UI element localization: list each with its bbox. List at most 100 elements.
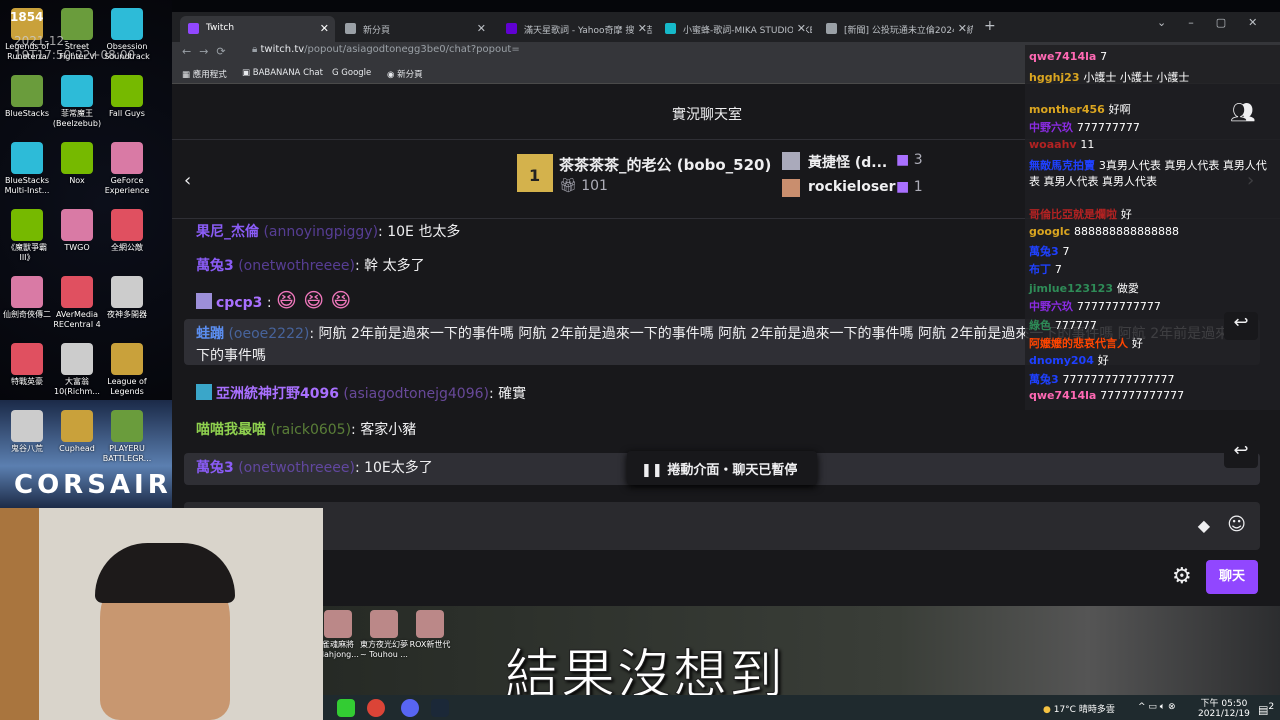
app-icon: [111, 343, 143, 375]
viewer-count: 1854: [10, 10, 44, 24]
reply-icon[interactable]: ↩: [1224, 440, 1258, 468]
bits-icon[interactable]: ◆: [1198, 516, 1210, 535]
desktop-icon[interactable]: BlueStacks Multi-Inst...: [2, 142, 52, 196]
chat-username[interactable]: 喵喵我最喵: [196, 422, 266, 438]
weather[interactable]: ● 17°C 晴時多雲: [1043, 702, 1115, 715]
chat-send-button[interactable]: 聊天: [1206, 560, 1258, 594]
clock[interactable]: 下午 05:50 2021/12/19: [1198, 696, 1250, 719]
favicon-icon: [665, 23, 676, 34]
chrome-icon[interactable]: [367, 699, 385, 717]
overlay-message: monther456 好啊: [1029, 103, 1131, 116]
desktop-icon[interactable]: 全網公敵: [102, 209, 152, 253]
app-icon: [61, 75, 93, 107]
overlay-message: hgghj23 小護士 小護士 小護士: [1029, 71, 1190, 84]
leader-1-name: 茶茶茶茶_的老公 (bobo_520): [559, 156, 772, 174]
badge-icon: [196, 384, 212, 400]
nav-buttons[interactable]: ←→⟳: [182, 45, 234, 58]
chevron-left-icon[interactable]: ‹: [184, 170, 191, 191]
browser-tab[interactable]: 小蜜蜂-歌詞-MIKA STUDIO-KKBOX✕: [657, 16, 812, 42]
desktop-icon[interactable]: 菲常魔王 (Beelzebub): [52, 75, 102, 129]
notifications-icon[interactable]: ▤2: [1258, 701, 1274, 717]
close-tab-icon[interactable]: ✕: [792, 22, 806, 35]
desktop-icon[interactable]: 仙劍奇俠傳二: [2, 276, 52, 320]
chat-username[interactable]: 亞洲統神打野4096: [216, 386, 339, 402]
emote-icon: 😆︎ 😆︎ 😆︎: [276, 288, 352, 312]
lock-icon: 🔒︎: [252, 44, 261, 55]
emote-icon[interactable]: ☺: [1227, 514, 1246, 535]
desktop-icon[interactable]: Fall Guys: [102, 75, 152, 119]
window-controls[interactable]: ⌄–▢✕: [1157, 16, 1279, 29]
line-app-icon[interactable]: [337, 699, 355, 717]
desktop-icon[interactable]: 夜神多開器: [102, 276, 152, 320]
silver-gift-icon: [782, 152, 800, 170]
bookmark-babanana[interactable]: ▣ BABANANA Chat: [242, 68, 323, 78]
bookmark-new-tab[interactable]: ◉ 新分頁: [387, 68, 423, 80]
desktop-icon[interactable]: League of Legends: [102, 343, 152, 397]
desktop-icon[interactable]: Nox: [52, 142, 102, 186]
app-icon: [11, 276, 43, 308]
steam-icon[interactable]: [431, 699, 449, 717]
desktop-icon[interactable]: 《魔獸爭霸III》: [2, 209, 52, 263]
chat-username[interactable]: 蛙蹦: [196, 326, 224, 342]
new-tab-button[interactable]: +: [984, 18, 996, 34]
browser-tab[interactable]: 滿天星歌詞 - Yahoo奇摩 搜尋結果 ✕: [498, 16, 653, 42]
overlay-message: 布丁 7: [1029, 263, 1062, 276]
chat-username[interactable]: 萬兔3: [196, 258, 234, 274]
app-icon: [111, 209, 143, 241]
browser-tab[interactable]: 新分頁 ✕: [337, 16, 492, 42]
overlay-message: googlc 888888888888888: [1029, 225, 1179, 238]
desktop-icon[interactable]: 鬼谷八荒: [2, 410, 52, 454]
browser-tab[interactable]: [新聞] 公投玩通未立倫2024總統 ✕: [818, 16, 973, 42]
leader-3-count: ■ 1: [896, 179, 923, 195]
corsair-logo: CORSAIR: [14, 470, 172, 500]
desktop-icon[interactable]: 東方夜光幻夢 ~ Touhou ...: [359, 610, 409, 660]
streamer-hair: [95, 543, 235, 603]
desktop-icon[interactable]: PLAYERU BATTLEGR...: [102, 410, 152, 464]
tab-bar: Twitch ✕ 新分頁 ✕ 滿天星歌詞 - Yahoo奇摩 搜尋結果 ✕ 小蜜蜂-歌詞-M…: [172, 12, 1280, 42]
chat-username[interactable]: 萬兔3: [196, 460, 234, 476]
reply-icon[interactable]: ↩: [1224, 312, 1258, 340]
url-field[interactable]: 🔒︎ twitch.tv/popout/asiagodtonegg3be0/ch…: [252, 44, 520, 55]
leader-1-count: 🎁︎ 101: [559, 178, 608, 194]
settings-gear-icon[interactable]: ⚙: [1172, 564, 1192, 589]
overlay-message: dnomy204 好: [1029, 354, 1109, 367]
app-icon: [111, 410, 143, 442]
desktop-icon[interactable]: GeForce Experience: [102, 142, 152, 196]
app-icon: [11, 209, 43, 241]
chat-username[interactable]: 果尼_杰倫: [196, 224, 259, 240]
overlay-message: 萬兔3 7777777777777777: [1029, 373, 1175, 386]
overlay-message: 中野六玖 777777777777: [1029, 300, 1161, 313]
desktop-icon[interactable]: AVerMedia RECentral 4: [52, 276, 102, 330]
bookmark-google[interactable]: G Google: [332, 68, 371, 78]
desktop-icon[interactable]: ROX新世代: [405, 610, 455, 650]
desktop-icon[interactable]: BlueStacks: [2, 75, 52, 119]
close-tab-icon[interactable]: ✕: [472, 22, 486, 35]
tray-icons[interactable]: ^ ▭ 🔈︎ ⊗: [1138, 702, 1176, 712]
leader-2-count: ■ 3: [896, 152, 923, 168]
chat-paused-banner[interactable]: ❚❚ 捲動介面・聊天已暫停: [627, 451, 817, 485]
users-icon[interactable]: 👥︎: [1230, 100, 1255, 124]
close-tab-icon[interactable]: ✕: [633, 22, 647, 35]
bookmark-apps[interactable]: ▦ 應用程式: [182, 68, 227, 80]
close-tab-icon[interactable]: ✕: [953, 22, 967, 35]
desktop-icon[interactable]: 大富翁10(Richm...: [52, 343, 102, 397]
overlay-message: 無敵馬克拍賣 3真男人代表 真男人代表 真男人代表 真男人代表 真男人代表: [1029, 159, 1267, 188]
timestamp: 2021-12-19T17:50:22+08:00: [14, 34, 136, 62]
close-tab-icon[interactable]: ✕: [315, 22, 329, 35]
leader-2-name: 黃捷怪 (d...: [808, 155, 888, 171]
desktop-icon[interactable]: 特戰英豪: [2, 343, 52, 387]
app-icon: [61, 410, 93, 442]
app-icon: [111, 75, 143, 107]
chat-username[interactable]: cpcp3: [216, 295, 262, 311]
desktop: Legends of Runeterra Street Fighter V Obse…: [0, 0, 172, 510]
browser-tab[interactable]: Twitch ✕: [180, 16, 335, 42]
desktop-icon[interactable]: Cuphead: [52, 410, 102, 454]
app-icon: [111, 142, 143, 174]
desktop-icon[interactable]: TWGO: [52, 209, 102, 253]
favicon-icon: [188, 23, 199, 34]
favicon-icon: [826, 23, 837, 34]
chat-input[interactable]: ◆ ☺: [184, 502, 1260, 550]
discord-icon[interactable]: [401, 699, 419, 717]
overlay-message: 綠色 777777: [1029, 319, 1097, 332]
favicon-icon: [345, 23, 356, 34]
